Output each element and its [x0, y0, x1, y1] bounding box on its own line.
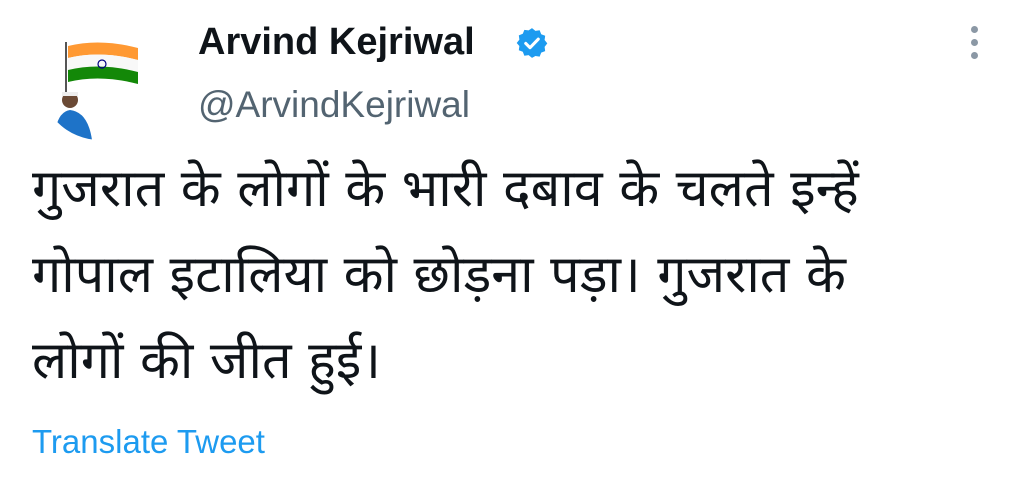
tweet-text-line: लोगों की जीत हुई। — [32, 331, 382, 391]
tweet-card: Arvind Kejriwal @ArvindKejriwal गुजरात क… — [0, 0, 1024, 481]
more-options-icon[interactable] — [958, 22, 990, 62]
tweet-text: गुजरात के लोगों के भारी दबाव के चलते इन्… — [32, 146, 1004, 404]
verified-badge-icon — [515, 26, 549, 60]
tweet-text-line: गोपाल इटालिया को छोड़ना पड़ा। गुजरात के — [32, 245, 846, 305]
avatar[interactable] — [40, 20, 160, 140]
translate-tweet-link[interactable]: Translate Tweet — [32, 420, 265, 464]
avatar-image — [40, 20, 160, 140]
user-handle[interactable]: @ArvindKejriwal — [198, 82, 470, 128]
tweet-text-line: गुजरात के लोगों के भारी दबाव के चलते इन्… — [32, 159, 859, 219]
display-name[interactable]: Arvind Kejriwal — [198, 18, 475, 66]
